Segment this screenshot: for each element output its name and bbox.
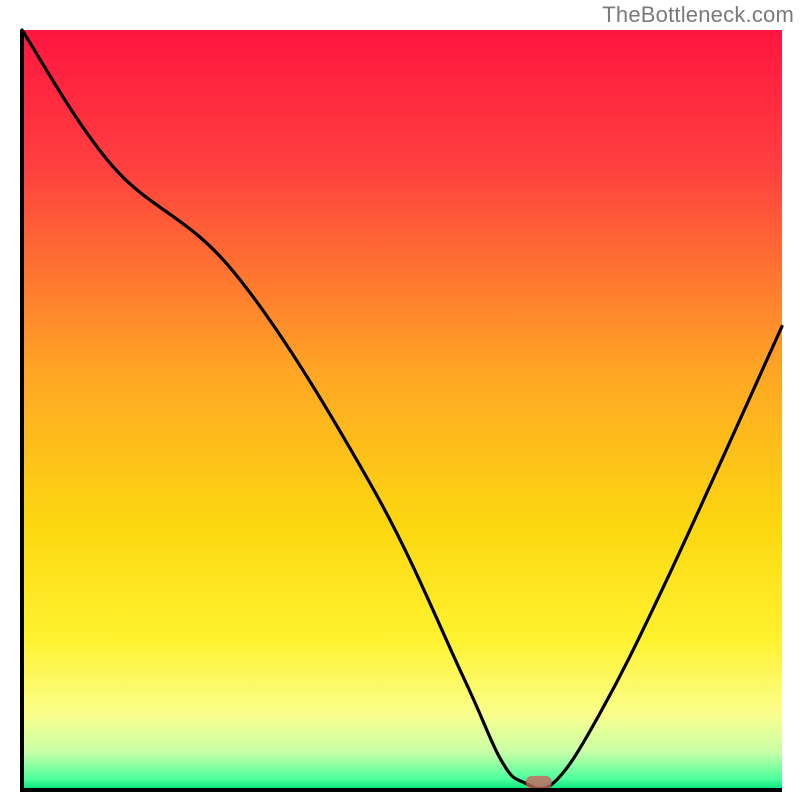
watermark-text: TheBottleneck.com xyxy=(602,2,794,28)
chart-container: TheBottleneck.com xyxy=(0,0,800,800)
bottleneck-chart xyxy=(0,0,800,800)
optimum-marker xyxy=(526,776,552,789)
plot-background xyxy=(22,30,782,790)
